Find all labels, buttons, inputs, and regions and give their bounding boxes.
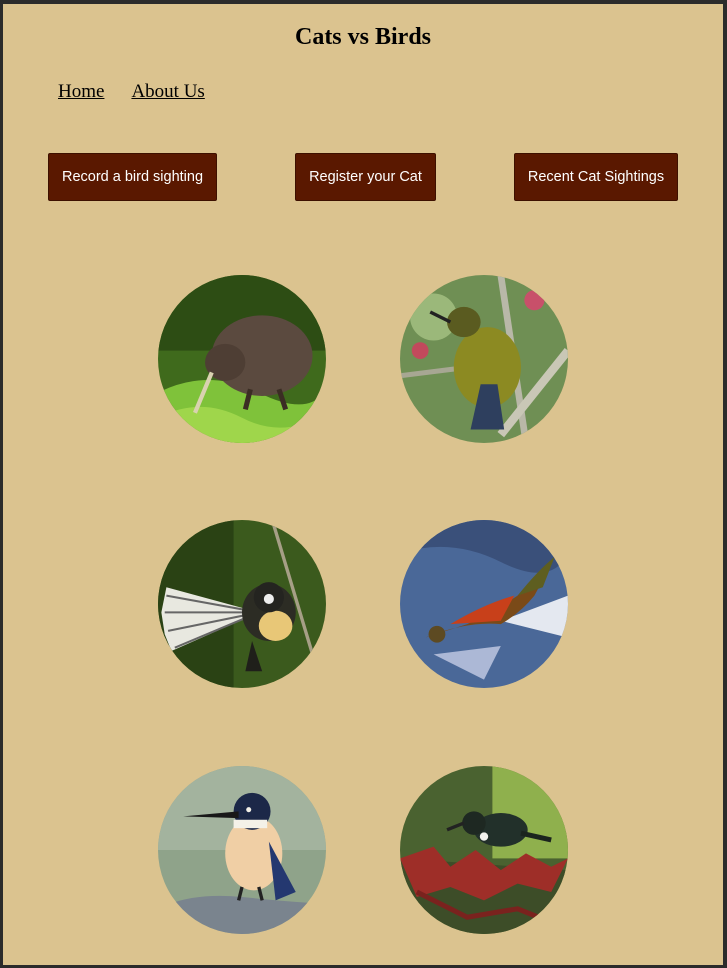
nav-about-link[interactable]: About Us — [131, 81, 204, 103]
bird-image-tui — [400, 766, 568, 934]
bird-image-bellbird — [400, 275, 568, 443]
page-title: Cats vs Birds — [294, 24, 432, 50]
register-cat-button[interactable]: Register your Cat — [295, 153, 436, 201]
bird-image-kingfisher — [158, 766, 326, 934]
nav-home-link[interactable]: Home — [58, 81, 104, 103]
record-bird-sighting-button[interactable]: Record a bird sighting — [48, 153, 217, 201]
recent-cat-sightings-button[interactable]: Recent Cat Sightings — [514, 153, 678, 201]
page: Cats vs Birds Home About Us Record a bir… — [3, 4, 723, 965]
main-nav: Home About Us — [58, 81, 205, 103]
bird-image-kiwi — [158, 275, 326, 443]
bird-image-kea — [400, 520, 568, 688]
bird-image-fantail — [158, 520, 326, 688]
